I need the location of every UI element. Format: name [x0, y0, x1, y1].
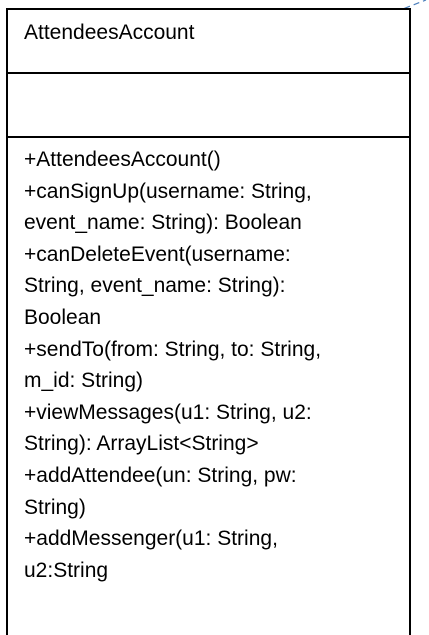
method-line: m_id: String)	[24, 369, 144, 393]
method-line: +viewMessages(u1: String, u2:	[24, 400, 312, 424]
method-line: +sendTo(from: String, to: String,	[24, 337, 322, 361]
method-line: String)	[24, 495, 86, 519]
method-line: Boolean	[24, 305, 102, 329]
method-line: String): ArrayList<String>	[24, 432, 259, 456]
method-line: +addMessenger(u1: String,	[24, 527, 278, 551]
method-line: String, event_name: String):	[24, 274, 286, 298]
class-name-section: AttendeesAccount	[8, 10, 409, 74]
uml-diagram-canvas: AttendeesAccount +AttendeesAccount() +can…	[0, 0, 429, 635]
attributes-section	[8, 74, 409, 138]
method-line: u2:String	[24, 558, 109, 582]
method-line: +canSignUp(username: String,	[24, 179, 312, 203]
class-name: AttendeesAccount	[24, 21, 195, 44]
method-line: +AttendeesAccount()	[24, 148, 221, 171]
methods-section: +AttendeesAccount() +canSignUp(username: …	[8, 138, 409, 586]
method-line: +addAttendee(un: String, pw:	[24, 463, 297, 487]
method-line: +canDeleteEvent(username:	[24, 242, 291, 266]
method-line: event_name: String): Boolean	[24, 211, 302, 235]
class-box-attendees-account: AttendeesAccount +AttendeesAccount() +can…	[6, 8, 411, 635]
